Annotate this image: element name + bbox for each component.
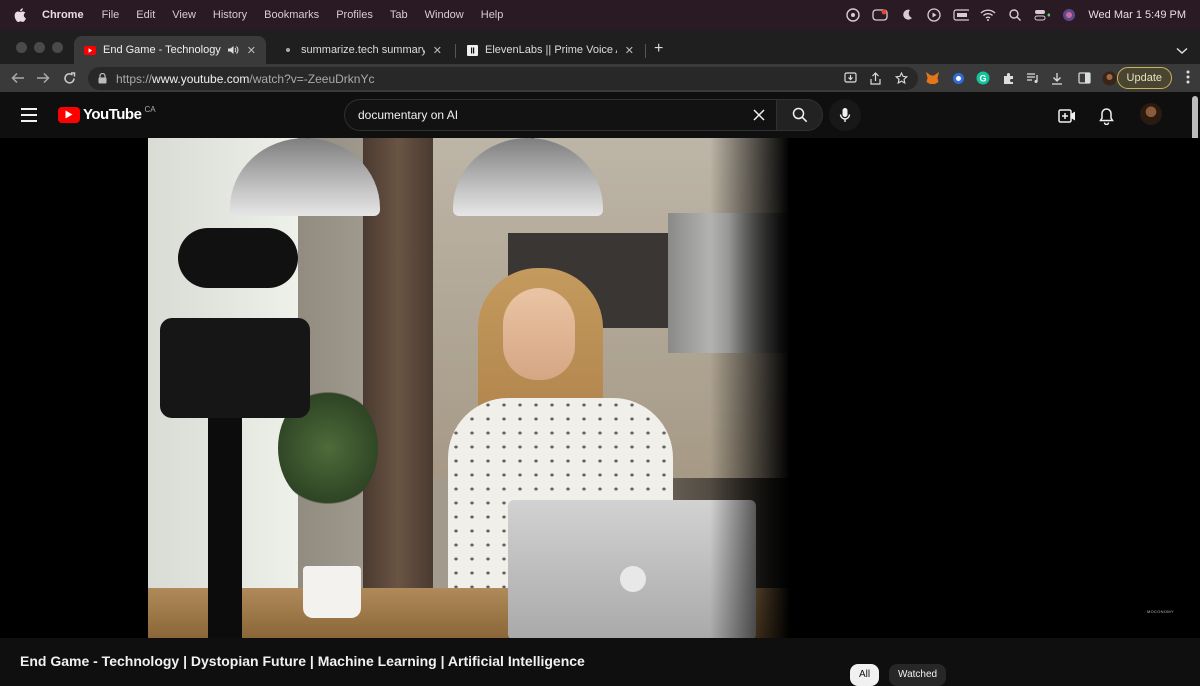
browser-toolbar: https://www.youtube.com/watch?v=-ZeeuDrk… (0, 64, 1200, 92)
tab-strip: End Game - Technology | D ✕ summarize.te… (0, 30, 1200, 64)
elevenlabs-icon (466, 44, 478, 56)
keyboard-icon[interactable] (953, 7, 970, 23)
wifi-icon[interactable] (980, 7, 996, 23)
scene-camera (160, 318, 310, 418)
video-info: End Game - Technology | Dystopian Future… (0, 638, 1200, 686)
tab-label: ElevenLabs || Prime Voice AI (485, 44, 617, 56)
bookmark-star-icon[interactable] (893, 70, 909, 86)
extensions-puzzle-icon[interactable] (1000, 70, 1016, 86)
app-name[interactable]: Chrome (42, 9, 84, 21)
chip-all[interactable]: All (850, 664, 880, 686)
menu-help[interactable]: Help (481, 9, 504, 21)
menu-history[interactable]: History (213, 9, 247, 21)
search-icon (792, 107, 807, 123)
back-arrow-icon[interactable] (10, 70, 26, 86)
menu-profiles[interactable]: Profiles (336, 9, 373, 21)
youtube-icon (84, 44, 96, 56)
channel-watermark: MOCONOMY (1147, 609, 1174, 614)
tab-label: summarize.tech summary for: E (301, 44, 425, 56)
share-icon[interactable] (867, 70, 883, 86)
hamburger-menu-icon[interactable] (21, 108, 37, 122)
voice-search-button[interactable] (829, 99, 861, 131)
minimize-window-button[interactable] (34, 42, 45, 53)
lock-icon[interactable] (96, 73, 108, 85)
close-tab-icon[interactable]: ✕ (433, 44, 442, 57)
url-text: https://www.youtube.com/watch?v=-ZeeuDrk… (116, 71, 375, 86)
screen-share-icon[interactable] (845, 7, 861, 23)
account-avatar[interactable] (1140, 103, 1162, 125)
chip-watched[interactable]: Watched (889, 664, 947, 686)
speaker-icon[interactable] (227, 45, 239, 55)
menu-edit[interactable]: Edit (136, 9, 155, 21)
profile-avatar[interactable] (1101, 70, 1117, 86)
record-icon[interactable] (872, 7, 889, 23)
close-tab-icon[interactable]: ✕ (247, 44, 256, 57)
svg-text:G: G (980, 74, 987, 84)
menu-bookmarks[interactable]: Bookmarks (264, 9, 319, 21)
status-area: Wed Mar 1 5:49 PM (845, 0, 1186, 30)
scene-tripod (208, 418, 242, 638)
chrome-menu-icon[interactable] (1186, 70, 1190, 89)
search-input[interactable]: documentary on AI (344, 99, 777, 131)
metamask-fox-icon[interactable] (924, 70, 940, 86)
zoom-window-button[interactable] (52, 42, 63, 53)
side-panel-icon[interactable] (1076, 70, 1092, 86)
tab-search-chevron-icon[interactable] (1176, 42, 1188, 60)
download-icon[interactable] (1049, 70, 1065, 86)
tab-summarize[interactable]: summarize.tech summary for: E ✕ (272, 36, 452, 64)
menu-file[interactable]: File (102, 9, 120, 21)
menu-tab[interactable]: Tab (390, 9, 408, 21)
macos-menubar: Chrome File Edit View History Bookmarks … (0, 0, 1200, 30)
forward-arrow-icon[interactable] (35, 70, 51, 86)
media-queue-icon[interactable] (1025, 70, 1041, 86)
address-bar[interactable]: https://www.youtube.com/watch?v=-ZeeuDrk… (88, 67, 918, 90)
dot-icon (282, 44, 294, 56)
youtube-wordmark: YouTube (83, 106, 142, 123)
video-player[interactable]: MOCONOMY (0, 138, 1200, 638)
search-query: documentary on AI (358, 108, 459, 122)
extension-circle-icon[interactable] (950, 70, 966, 86)
tab-label: End Game - Technology | D (103, 44, 223, 56)
video-frame (148, 138, 790, 638)
scene-laptop-logo (620, 566, 646, 592)
country-code: CA (144, 105, 156, 114)
menu-window[interactable]: Window (425, 9, 464, 21)
spotlight-search-icon[interactable] (1007, 7, 1023, 23)
install-app-icon[interactable] (842, 70, 858, 86)
microphone-icon (839, 108, 851, 122)
scene-person-face (503, 288, 575, 380)
scene-mug (303, 566, 361, 618)
moon-icon[interactable] (899, 7, 915, 23)
create-video-icon[interactable] (1057, 106, 1077, 126)
grammarly-icon[interactable]: G (975, 70, 991, 86)
search-button[interactable] (776, 99, 823, 131)
youtube-play-icon (58, 106, 80, 123)
menubar-clock[interactable]: Wed Mar 1 5:49 PM (1088, 9, 1186, 21)
siri-icon[interactable] (1061, 7, 1077, 23)
control-center-icon[interactable] (1034, 7, 1051, 23)
menu-view[interactable]: View (172, 9, 196, 21)
play-circle-icon[interactable] (926, 7, 942, 23)
scene-microphone (178, 228, 298, 288)
update-button[interactable]: Update (1116, 67, 1172, 89)
reload-icon[interactable] (61, 70, 77, 86)
tab-youtube[interactable]: End Game - Technology | D ✕ (74, 36, 266, 64)
notifications-bell-icon[interactable] (1096, 106, 1116, 126)
tab-divider (645, 44, 646, 58)
apple-icon[interactable] (14, 8, 28, 22)
youtube-logo[interactable]: YouTube CA (58, 105, 156, 123)
scene-right-fade (710, 138, 790, 638)
tab-elevenlabs[interactable]: ElevenLabs || Prime Voice AI ✕ (456, 36, 644, 64)
youtube-header: YouTube CA documentary on AI (0, 92, 1200, 138)
close-tab-icon[interactable]: ✕ (625, 44, 634, 57)
video-title: End Game - Technology | Dystopian Future… (20, 653, 585, 669)
close-window-button[interactable] (16, 42, 27, 53)
clear-search-icon[interactable] (752, 108, 766, 127)
new-tab-button[interactable]: + (654, 40, 663, 58)
